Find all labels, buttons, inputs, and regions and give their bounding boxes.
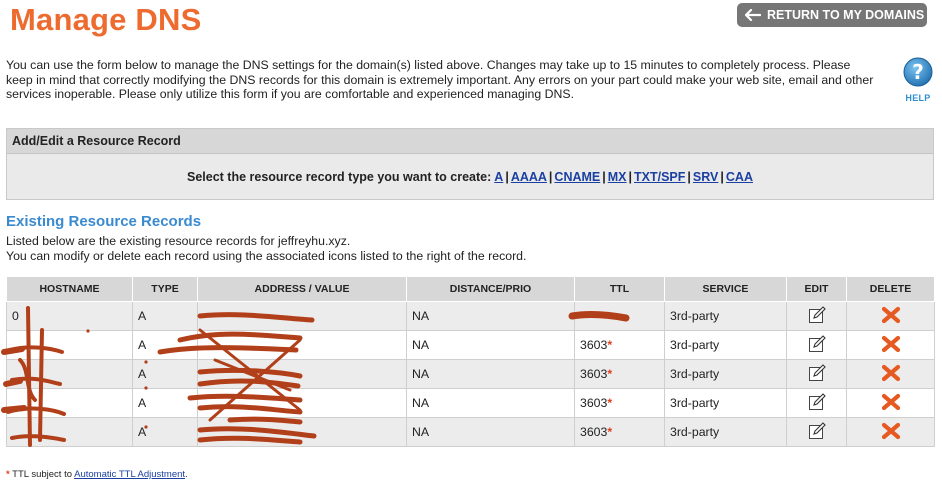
address-cell: [197, 330, 407, 360]
type-cell: A: [132, 330, 198, 360]
column-header-distance: DISTANCE/PRIO: [406, 276, 575, 302]
ttl-cell: 3603*: [574, 388, 665, 418]
table-header-row: HOSTNAME TYPE ADDRESS / VALUE DISTANCE/P…: [6, 276, 935, 302]
column-header-hostname: HOSTNAME: [6, 276, 133, 302]
type-cell: A: [132, 359, 198, 389]
service-cell: 3rd-party: [664, 301, 787, 331]
edit-record-button[interactable]: [808, 334, 826, 356]
distance-cell: NA: [406, 301, 575, 331]
type-cell: A: [132, 388, 198, 418]
question-mark-icon: ?: [903, 57, 933, 87]
distance-cell: NA: [406, 330, 575, 360]
existing-records-title: Existing Resource Records: [6, 213, 202, 230]
ttl-cell: 3603*: [574, 417, 665, 447]
table-row: A NA 3603* 3rd-party: [6, 417, 935, 447]
records-table: HOSTNAME TYPE ADDRESS / VALUE DISTANCE/P…: [6, 276, 935, 447]
pencil-icon: [808, 305, 826, 323]
hostname-cell: [6, 359, 133, 389]
distance-cell: NA: [406, 388, 575, 418]
service-cell: 3rd-party: [664, 417, 787, 447]
automatic-ttl-adjustment-link[interactable]: Automatic TTL Adjustment: [74, 469, 185, 480]
add-edit-record-panel: Add/Edit a Resource Record Select the re…: [6, 128, 934, 200]
page-title: Manage DNS: [10, 2, 202, 37]
column-header-ttl: TTL: [574, 276, 665, 302]
existing-records-desc-line2: You can modify or delete each record usi…: [6, 248, 527, 263]
red-x-icon: [881, 335, 900, 352]
help-label: HELP: [905, 93, 931, 103]
red-x-icon: [881, 306, 900, 323]
table-row: 0 A NA 3rd-party: [6, 301, 935, 331]
record-type-link-txt-spf[interactable]: TXT/SPF: [634, 170, 685, 184]
record-type-link-caa[interactable]: CAA: [726, 170, 753, 184]
service-cell: 3rd-party: [664, 359, 787, 389]
address-cell: [197, 359, 407, 389]
delete-record-button[interactable]: [881, 422, 901, 443]
record-type-prompt: Select the resource record type you want…: [186, 170, 492, 184]
edit-record-button[interactable]: [808, 363, 826, 385]
edit-record-button[interactable]: [808, 305, 826, 327]
type-cell: A: [132, 301, 198, 331]
record-type-link-cname[interactable]: CNAME: [554, 170, 600, 184]
delete-record-button[interactable]: [881, 335, 901, 356]
record-type-link-a[interactable]: A: [494, 170, 503, 184]
hostname-cell: [6, 417, 133, 447]
column-header-delete: DELETE: [846, 276, 935, 302]
column-header-address: ADDRESS / VALUE: [197, 276, 407, 302]
delete-record-button[interactable]: [881, 306, 901, 327]
existing-records-description: Listed below are the existing resource r…: [6, 234, 526, 263]
address-cell: [197, 388, 407, 418]
table-row: A NA 3603* 3rd-party: [6, 359, 935, 389]
table-row: A NA 3603* 3rd-party: [6, 388, 935, 418]
pencil-icon: [808, 421, 826, 439]
ttl-cell: [574, 301, 665, 331]
record-type-selector: Select the resource record type you want…: [186, 170, 753, 184]
column-header-type: TYPE: [132, 276, 198, 302]
pencil-icon: [808, 363, 826, 381]
service-cell: 3rd-party: [664, 388, 787, 418]
address-cell: [197, 301, 407, 331]
intro-text: You can use the form below to manage the…: [6, 58, 874, 101]
distance-cell: NA: [406, 417, 575, 447]
help-button[interactable]: ? HELP: [902, 57, 934, 103]
return-to-my-domains-button[interactable]: RETURN TO MY DOMAINS: [737, 3, 927, 27]
address-cell: [197, 417, 407, 447]
pencil-icon: [808, 334, 826, 352]
delete-record-button[interactable]: [881, 364, 901, 385]
ttl-cell: 3603*: [574, 330, 665, 360]
record-type-link-mx[interactable]: MX: [608, 170, 627, 184]
distance-cell: NA: [406, 359, 575, 389]
return-to-my-domains-label: RETURN TO MY DOMAINS: [767, 8, 925, 22]
existing-records-desc-line1: Listed below are the existing resource r…: [6, 234, 351, 248]
edit-record-button[interactable]: [808, 421, 826, 443]
table-row: A NA 3603* 3rd-party: [6, 330, 935, 360]
red-x-icon: [881, 393, 900, 410]
service-cell: 3rd-party: [664, 330, 787, 360]
svg-text:?: ?: [912, 60, 924, 84]
pencil-icon: [808, 392, 826, 410]
column-header-service: SERVICE: [664, 276, 787, 302]
hostname-cell: [6, 388, 133, 418]
edit-record-button[interactable]: [808, 392, 826, 414]
add-edit-record-heading: Add/Edit a Resource Record: [7, 129, 933, 154]
red-x-icon: [881, 422, 900, 439]
delete-record-button[interactable]: [881, 393, 901, 414]
red-x-icon: [881, 364, 900, 381]
hostname-cell: 0: [6, 301, 133, 331]
arrow-left-icon: [745, 9, 761, 21]
record-type-link-aaaa[interactable]: AAAA: [511, 170, 547, 184]
type-cell: A: [132, 417, 198, 447]
ttl-footnote: * TTL subject to Automatic TTL Adjustmen…: [6, 469, 188, 480]
hostname-cell: [6, 330, 133, 360]
record-type-link-srv[interactable]: SRV: [693, 170, 718, 184]
ttl-cell: 3603*: [574, 359, 665, 389]
column-header-edit: EDIT: [786, 276, 847, 302]
